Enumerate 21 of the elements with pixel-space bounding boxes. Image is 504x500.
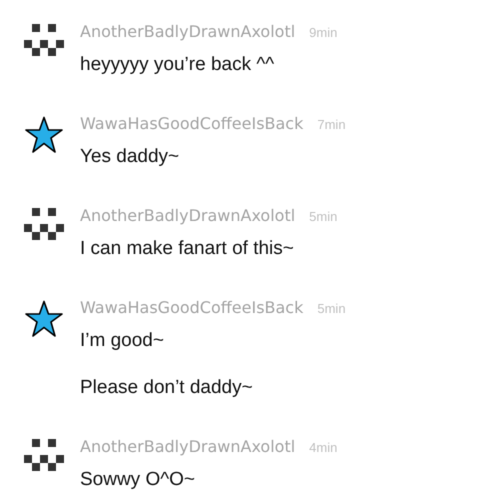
author-name[interactable]: AnotherBadlyDrawnAxolotl	[80, 22, 296, 41]
star-avatar-icon	[24, 116, 64, 154]
author-name[interactable]: WawaHasGoodCoffeeIsBack	[80, 298, 304, 317]
message-time: 7min	[317, 117, 346, 132]
author-name[interactable]: WawaHasGoodCoffeeIsBack	[80, 114, 304, 133]
message-text: Yes daddy~	[80, 145, 180, 169]
author-name[interactable]: AnotherBadlyDrawnAxolotl	[80, 437, 296, 456]
message-text: Sowwy O^O~	[80, 468, 196, 492]
star-avatar-icon	[24, 300, 64, 338]
message-time: 4min	[309, 440, 338, 455]
message-text: Please don’t daddy~	[80, 376, 254, 400]
pixel-avatar-icon	[24, 439, 64, 471]
message-text: heyyyyy you’re back ^^	[80, 53, 276, 77]
message-text: I can make fanart of this~	[80, 237, 295, 261]
pixel-avatar-icon	[24, 208, 64, 240]
pixel-avatar-icon	[24, 24, 64, 56]
author-name[interactable]: AnotherBadlyDrawnAxolotl	[80, 206, 296, 225]
message-time: 5min	[317, 301, 346, 316]
message-text: I’m good~	[80, 329, 165, 353]
message-time: 5min	[309, 209, 338, 224]
message-time: 9min	[309, 25, 338, 40]
